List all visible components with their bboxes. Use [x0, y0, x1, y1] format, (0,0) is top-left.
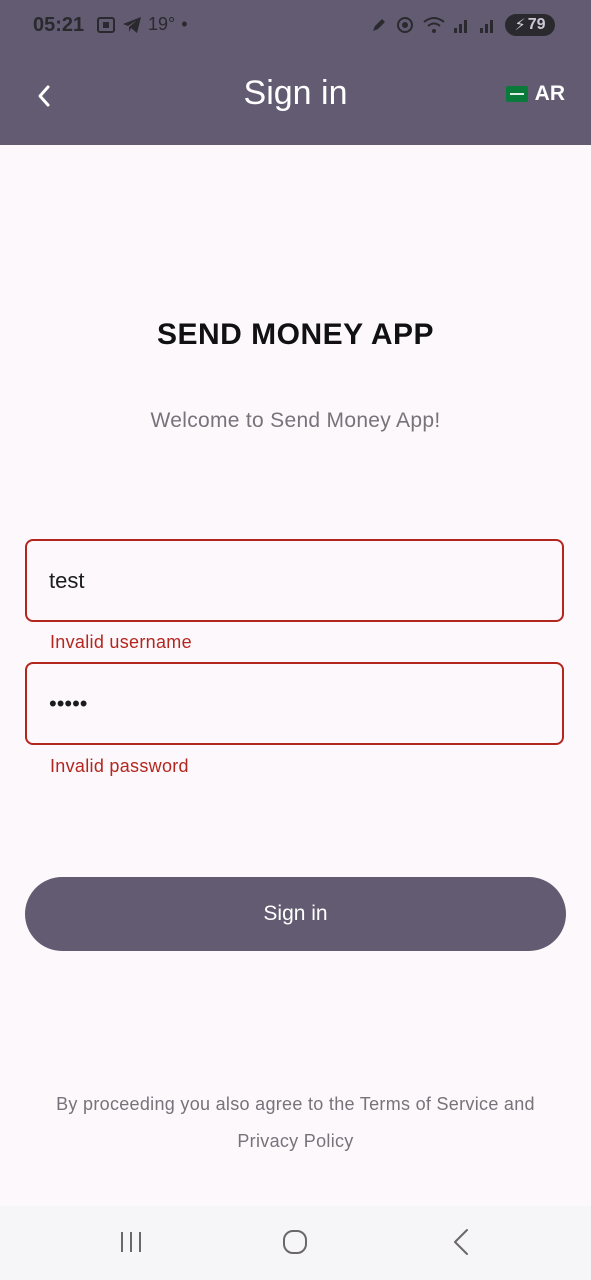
- status-right-icons: ⚡ 79: [371, 14, 555, 36]
- password-error: Invalid password: [50, 756, 189, 776]
- status-left-icons: 19° •: [96, 14, 188, 35]
- terms-line-2[interactable]: Privacy Policy: [20, 1123, 571, 1160]
- notification-dot-icon: •: [181, 14, 188, 34]
- telegram-icon: [123, 16, 141, 33]
- recent-apps-icon: [121, 1232, 141, 1252]
- nav-back-icon: [454, 1229, 468, 1255]
- recent-apps-button[interactable]: [113, 1224, 149, 1260]
- password-field[interactable]: [25, 662, 564, 745]
- page-title: Sign in: [243, 74, 348, 112]
- charging-bolt-icon: ⚡: [514, 17, 526, 34]
- status-temperature: 19°: [148, 14, 176, 34]
- hotspot-icon: [397, 17, 413, 33]
- status-time: 05:21: [33, 14, 85, 36]
- battery-indicator: ⚡ 79: [505, 14, 555, 36]
- screenshot-icon: [97, 16, 115, 33]
- language-switch-button[interactable]: AR: [505, 82, 565, 106]
- password-input[interactable]: [49, 664, 539, 743]
- sign-in-button[interactable]: Sign in: [25, 877, 566, 951]
- wifi-icon: [423, 17, 445, 33]
- terms-line-1: By proceeding you also agree to the Term…: [56, 1094, 535, 1114]
- app-bar: 05:21 19° • ⚡ 79 Sign in AR: [0, 0, 591, 145]
- app-title: SEND MONEY APP: [156, 318, 435, 351]
- nav-back-button[interactable]: [445, 1224, 477, 1260]
- battery-level: 79: [527, 16, 546, 33]
- username-error: Invalid username: [50, 632, 192, 652]
- welcome-text: Welcome to Send Money App!: [150, 409, 441, 432]
- language-label: AR: [534, 82, 565, 105]
- signal-icon: [454, 20, 467, 33]
- system-nav-bar: [0, 1206, 591, 1280]
- saudi-flag-icon: [505, 86, 528, 102]
- username-field[interactable]: [25, 539, 564, 622]
- username-input[interactable]: [49, 541, 539, 620]
- home-button[interactable]: [277, 1224, 313, 1260]
- terms-notice: By proceeding you also agree to the Term…: [20, 1086, 571, 1160]
- status-bar: 05:21 19° • ⚡ 79: [0, 0, 591, 56]
- home-icon: [283, 1230, 307, 1254]
- signal-2-icon: [480, 20, 493, 33]
- pen-icon: [373, 19, 385, 31]
